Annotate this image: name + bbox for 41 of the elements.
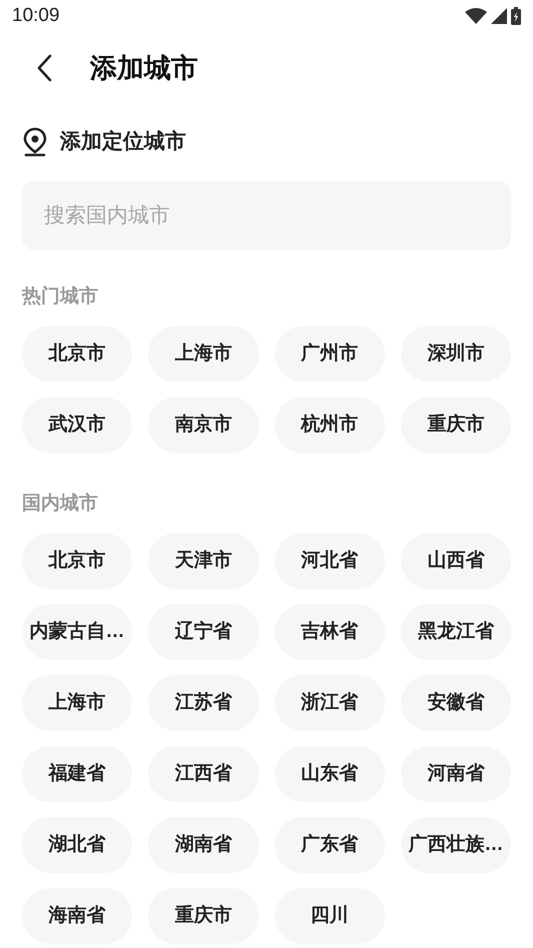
city-chip[interactable]: 上海市 [148, 326, 258, 382]
city-chip[interactable]: 天津市 [148, 533, 258, 589]
city-chip[interactable]: 山东省 [274, 746, 385, 802]
city-chip[interactable]: 重庆市 [148, 888, 258, 944]
city-chip[interactable]: 广西壮族… [400, 817, 511, 873]
city-chip[interactable]: 海南省 [22, 888, 132, 944]
city-chip[interactable]: 杭州市 [274, 397, 385, 453]
city-chip[interactable]: 武汉市 [22, 397, 132, 453]
city-chip[interactable]: 广州市 [274, 326, 385, 382]
city-chip[interactable]: 河北省 [274, 533, 385, 589]
status-time: 10:09 [12, 4, 60, 28]
city-chip[interactable]: 四川 [274, 888, 385, 944]
city-chip[interactable]: 广东省 [274, 817, 385, 873]
city-chip[interactable]: 内蒙古自… [22, 604, 132, 660]
battery-icon [511, 7, 521, 25]
page-title: 添加城市 [90, 52, 198, 85]
wifi-icon [465, 8, 487, 24]
city-chip[interactable]: 吉林省 [274, 604, 385, 660]
city-chip[interactable]: 重庆市 [400, 397, 511, 453]
city-chip[interactable]: 上海市 [22, 675, 132, 731]
city-chip[interactable]: 北京市 [22, 533, 132, 589]
city-chip[interactable]: 湖南省 [148, 817, 258, 873]
location-pin-icon [22, 127, 48, 157]
city-chip[interactable]: 黑龙江省 [400, 604, 511, 660]
section-heading: 热门城市 [22, 284, 98, 309]
city-chip[interactable]: 安徽省 [400, 675, 511, 731]
search-field[interactable]: 搜索国内城市 [22, 181, 511, 250]
city-chip[interactable]: 江西省 [148, 746, 258, 802]
city-chip[interactable]: 浙江省 [274, 675, 385, 731]
city-chip[interactable]: 江苏省 [148, 675, 258, 731]
section-heading: 国内城市 [22, 492, 98, 516]
city-chip[interactable]: 湖北省 [22, 817, 132, 873]
city-chip[interactable]: 福建省 [22, 746, 132, 802]
city-chip[interactable]: 深圳市 [400, 326, 511, 382]
city-chip[interactable]: 辽宁省 [148, 604, 258, 660]
city-chip[interactable]: 河南省 [400, 746, 511, 802]
city-chip[interactable]: 北京市 [22, 326, 132, 382]
locate-city-button[interactable]: 添加定位城市 [22, 124, 186, 160]
city-chip[interactable]: 南京市 [148, 397, 258, 453]
signal-icon [491, 8, 507, 24]
city-chip[interactable]: 山西省 [400, 533, 511, 589]
